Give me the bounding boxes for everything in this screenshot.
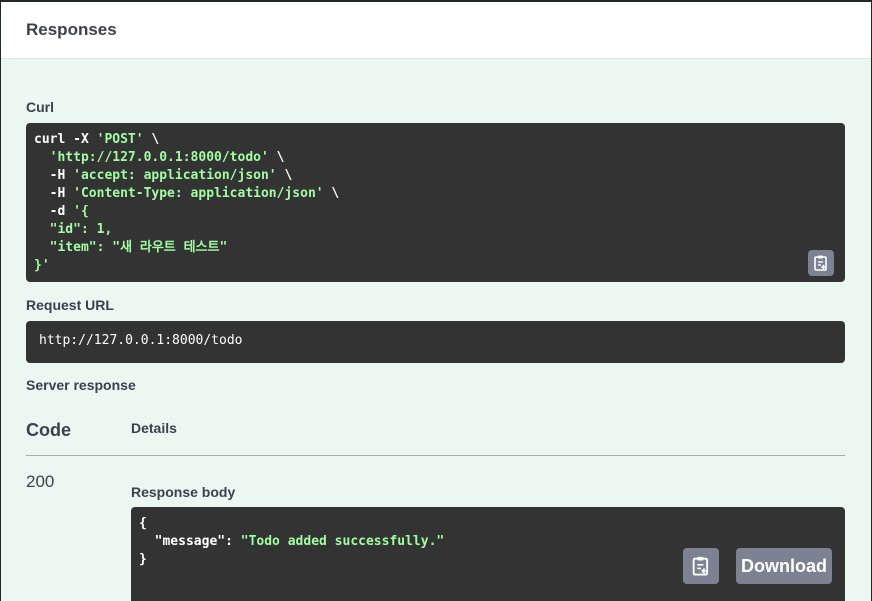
response-copy-button[interactable] <box>683 548 719 584</box>
response-body-block[interactable]: { "message": "Todo added successfully."}… <box>131 507 845 601</box>
resp-line: "message": "Todo added successfully." <box>139 533 445 551</box>
response-status-code: 200 <box>26 472 55 491</box>
resp-token: } <box>139 552 147 567</box>
curl-line: }' <box>34 257 339 275</box>
clipboard-copy-icon <box>692 556 709 576</box>
curl-token: 'Content-Type: application/json' <box>73 186 324 201</box>
resp-line: { <box>139 515 444 533</box>
curl-line: -d '{ <box>34 203 339 221</box>
curl-token: \ <box>143 132 160 147</box>
curl-label: Curl <box>26 99 54 115</box>
response-body-json: { "message": "Todo added successfully."} <box>139 515 444 569</box>
curl-token: "item": "새 라우트 테스트" <box>34 240 228 255</box>
curl-token: curl -X <box>34 132 97 147</box>
curl-token: \ <box>323 186 340 201</box>
curl-token: -d <box>34 204 74 219</box>
curl-line: -H 'Content-Type: application/json' \ <box>34 185 340 203</box>
responses-panel: Responses Curl curl -X 'POST' \ 'http://… <box>1 2 871 601</box>
details-column-header: Details <box>131 420 177 436</box>
download-button[interactable]: Download <box>736 548 832 584</box>
curl-code-block[interactable]: curl -X 'POST' \ 'http://127.0.0.1:8000/… <box>26 123 845 282</box>
responses-title: Responses <box>26 20 117 39</box>
server-response-label: Server response <box>26 377 136 393</box>
curl-token: 'http://127.0.0.1:8000/todo' <box>49 150 269 165</box>
clipboard-copy-icon <box>814 255 827 271</box>
curl-line: -H 'accept: application/json' \ <box>34 167 339 185</box>
resp-token: { <box>139 516 147 531</box>
request-url-value: http://127.0.0.1:8000/todo <box>39 333 243 348</box>
resp-token: "message": <box>139 534 241 549</box>
curl-line: "item": "새 라우트 테스트" <box>34 239 339 257</box>
table-divider <box>26 455 845 456</box>
request-url-block[interactable]: http://127.0.0.1:8000/todo <box>26 321 845 363</box>
curl-token: \ <box>268 150 285 165</box>
curl-token: -H <box>34 186 74 201</box>
curl-line: curl -X 'POST' \ <box>34 131 339 149</box>
curl-copy-button[interactable] <box>808 250 834 276</box>
request-url-label: Request URL <box>26 297 114 313</box>
curl-token <box>34 150 50 165</box>
curl-token: -H <box>34 168 74 183</box>
responses-header: Responses <box>1 2 871 59</box>
curl-token: "id": 1, <box>34 222 113 237</box>
curl-line: "id": 1, <box>34 221 339 239</box>
curl-token: '{ <box>73 204 89 219</box>
curl-command: curl -X 'POST' \ 'http://127.0.0.1:8000/… <box>34 131 339 275</box>
resp-token: "Todo added successfully." <box>240 534 445 549</box>
curl-token: 'POST' <box>96 132 144 147</box>
response-body-label: Response body <box>131 484 236 500</box>
resp-line: } <box>139 551 444 569</box>
curl-token: \ <box>276 168 293 183</box>
curl-line: 'http://127.0.0.1:8000/todo' \ <box>34 149 339 167</box>
curl-token: 'accept: application/json' <box>73 168 277 183</box>
curl-token: }' <box>34 258 50 273</box>
code-column-header: Code <box>26 420 71 440</box>
